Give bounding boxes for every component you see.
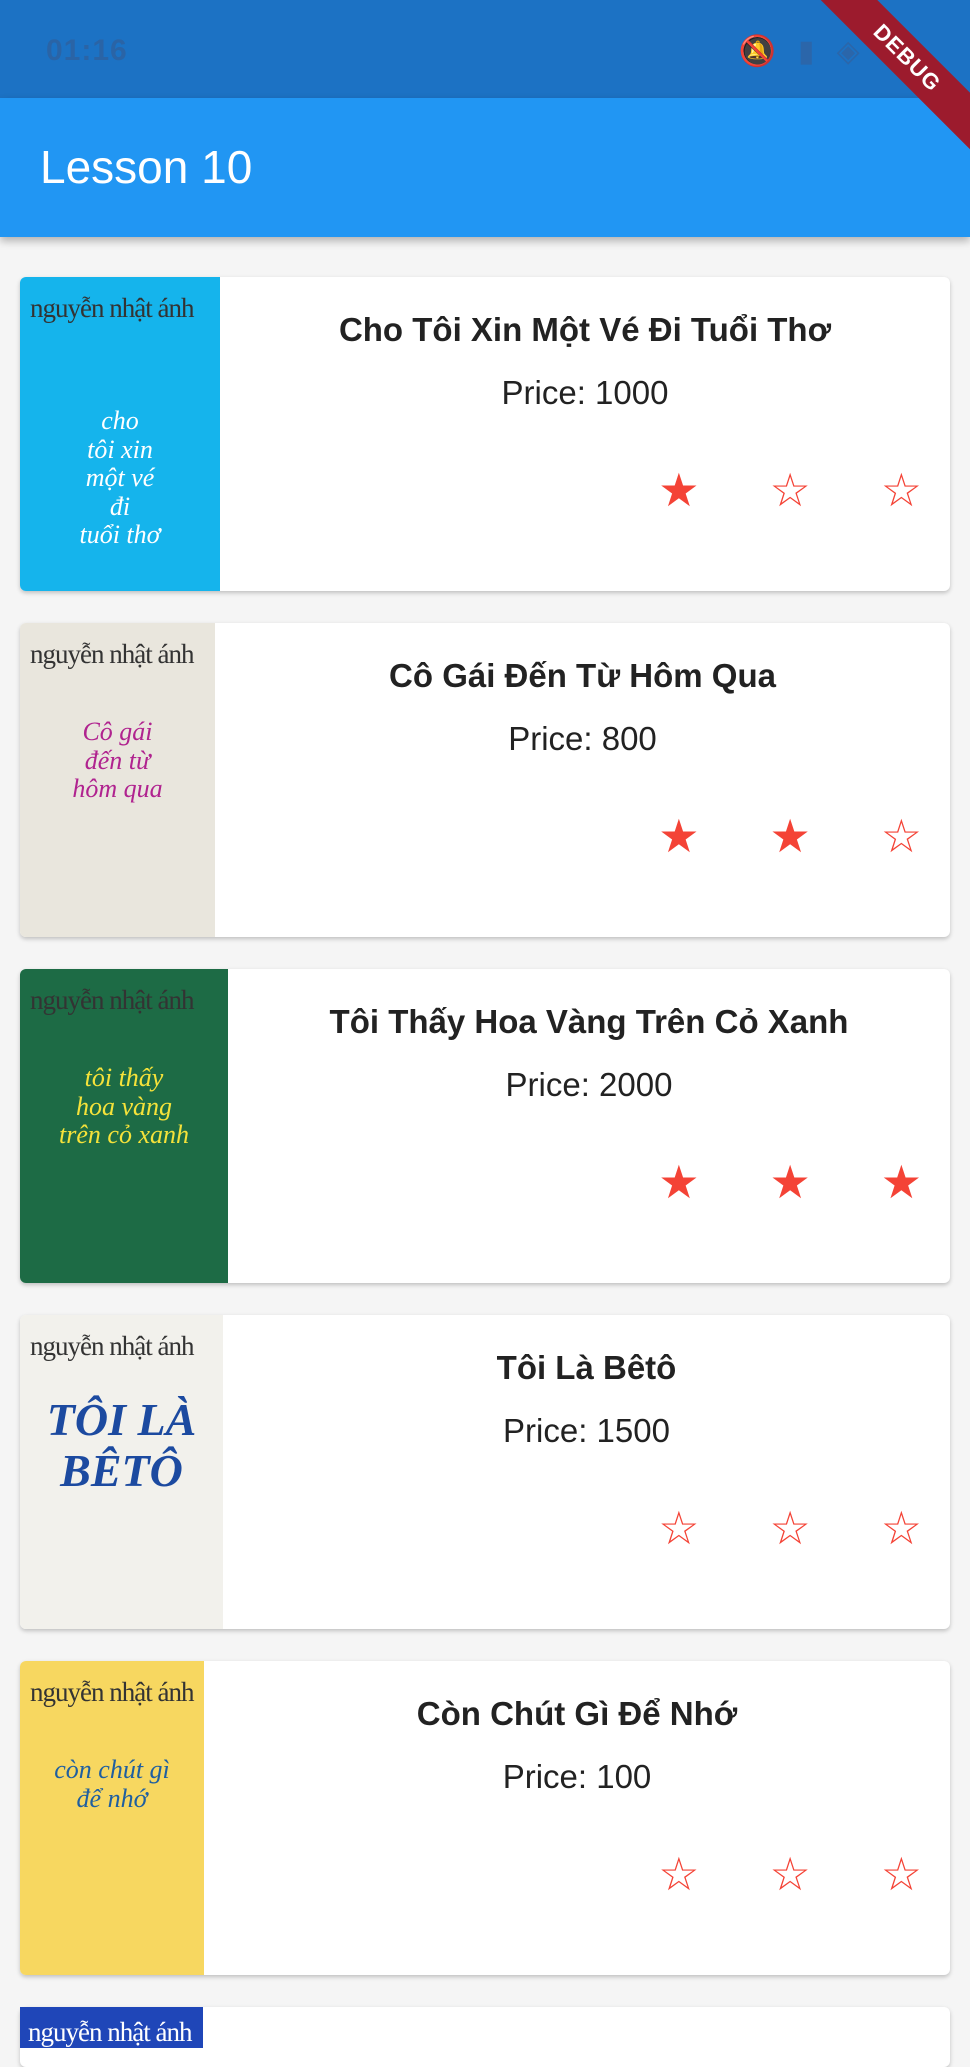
page-title: Lesson 10	[40, 141, 253, 193]
star-outline-icon[interactable]: ☆	[881, 467, 922, 513]
star-outline-icon[interactable]: ☆	[658, 1851, 699, 1897]
star-filled-icon[interactable]: ★	[770, 1159, 811, 1205]
wifi-icon: ◈	[836, 35, 860, 68]
status-bar: 01:16 🔕 ▮ ◈ ▭	[0, 0, 970, 98]
book-cover-image: nguyễn nhật ánh TÔI LÀ BÊTÔ	[20, 1315, 223, 1629]
star-filled-icon[interactable]: ★	[658, 1159, 699, 1205]
book-cover-image: nguyễn nhật ánh còn chút gì để nhớ	[20, 1661, 204, 1975]
book-price: Price: 2000	[505, 1066, 673, 1103]
book-price: Price: 1500	[503, 1412, 670, 1449]
book-info: Còn Chút Gì Để Nhớ Price: 100 ☆ ☆ ☆	[204, 1661, 950, 1975]
app-bar: Lesson 10	[0, 98, 970, 237]
star-filled-icon[interactable]: ★	[658, 467, 699, 513]
book-title: Còn Chút Gì Để Nhớ	[416, 1695, 738, 1732]
cover-author: nguyễn nhật ánh	[30, 639, 194, 669]
rating-stars: ★ ★ ☆	[658, 813, 922, 859]
star-filled-icon[interactable]: ★	[658, 813, 699, 859]
book-info: Tôi Thấy Hoa Vàng Trên Cỏ Xanh Price: 200…	[228, 969, 950, 1283]
book-price: Price: 100	[502, 1758, 652, 1795]
book-price: Price: 1000	[501, 374, 669, 411]
book-title: Tôi Thấy Hoa Vàng Trên Cỏ Xanh	[329, 1003, 849, 1040]
book-title: Tôi Là Bêtô	[496, 1349, 677, 1386]
cover-author: nguyễn nhật ánh	[28, 2017, 192, 2047]
star-outline-icon[interactable]: ☆	[881, 813, 922, 859]
rating-stars: ★ ☆ ☆	[658, 467, 922, 513]
book-card[interactable]: nguyễn nhật ánh tôi thấy hoa vàng trên cỏ…	[20, 969, 950, 1283]
cover-author: nguyễn nhật ánh	[30, 293, 194, 323]
cover-title: Cô gái đến từ hôm qua	[72, 717, 163, 804]
book-list[interactable]: nguyễn nhật ánh cho tôi xin một vé đi tuổ…	[20, 277, 950, 2007]
book-title: Cho Tôi Xin Một Vé Đi Tuổi Thơ	[338, 311, 832, 348]
star-outline-icon[interactable]: ☆	[658, 1505, 699, 1551]
mute-icon: 🔕	[738, 35, 777, 68]
status-time: 01:16	[46, 34, 128, 67]
book-cover-partial: nguyễn nhật ánh	[20, 2007, 203, 2048]
book-card[interactable]: nguyễn nhật ánh cho tôi xin một vé đi tuổ…	[20, 277, 950, 591]
cover-author: nguyễn nhật ánh	[30, 1331, 194, 1361]
rating-stars: ★ ★ ★	[658, 1159, 922, 1205]
book-info: Cô Gái Đến Từ Hôm Qua Price: 800 ★ ★ ☆	[215, 623, 950, 937]
book-info: Tôi Là Bêtô Price: 1500 ☆ ☆ ☆	[223, 1315, 950, 1629]
cover-title: cho tôi xin một vé đi tuổi thơ	[79, 406, 161, 550]
star-outline-icon[interactable]: ☆	[770, 467, 811, 513]
cover-title: TÔI LÀ BÊTÔ	[46, 1394, 197, 1496]
cover-author: nguyễn nhật ánh	[30, 985, 194, 1015]
cover-title: còn chút gì để nhớ	[54, 1755, 170, 1813]
book-card[interactable]: nguyễn nhật ánh TÔI LÀ BÊTÔ Tôi Là Bêtô Pri…	[20, 1315, 950, 1629]
book-card[interactable]: nguyễn nhật ánh còn chút gì để nhớ Còn Chú…	[20, 1661, 950, 1975]
book-card[interactable]: nguyễn nhật ánh Cô gái đến từ hôm qua Cô G…	[20, 623, 950, 937]
cover-author: nguyễn nhật ánh	[30, 1677, 194, 1707]
star-outline-icon[interactable]: ☆	[881, 1505, 922, 1551]
book-title: Cô Gái Đến Từ Hôm Qua	[389, 657, 776, 694]
star-outline-icon[interactable]: ☆	[770, 1851, 811, 1897]
book-price: Price: 800	[508, 720, 657, 757]
cover-title: tôi thấy hoa vàng trên cỏ xanh	[59, 1063, 189, 1150]
book-cover-image: nguyễn nhật ánh tôi thấy hoa vàng trên cỏ…	[20, 969, 228, 1283]
star-outline-icon[interactable]: ☆	[881, 1851, 922, 1897]
book-cover-image: nguyễn nhật ánh cho tôi xin một vé đi tuổ…	[20, 277, 220, 591]
book-info: Cho Tôi Xin Một Vé Đi Tuổi Thơ Price: 100…	[220, 277, 950, 591]
rating-stars: ☆ ☆ ☆	[658, 1505, 922, 1551]
star-filled-icon[interactable]: ★	[881, 1159, 922, 1205]
rating-stars: ☆ ☆ ☆	[658, 1851, 922, 1897]
signal-icon: ▮	[798, 35, 815, 68]
star-filled-icon[interactable]: ★	[770, 813, 811, 859]
star-outline-icon[interactable]: ☆	[770, 1505, 811, 1551]
book-cover-image: nguyễn nhật ánh Cô gái đến từ hôm qua	[20, 623, 215, 937]
